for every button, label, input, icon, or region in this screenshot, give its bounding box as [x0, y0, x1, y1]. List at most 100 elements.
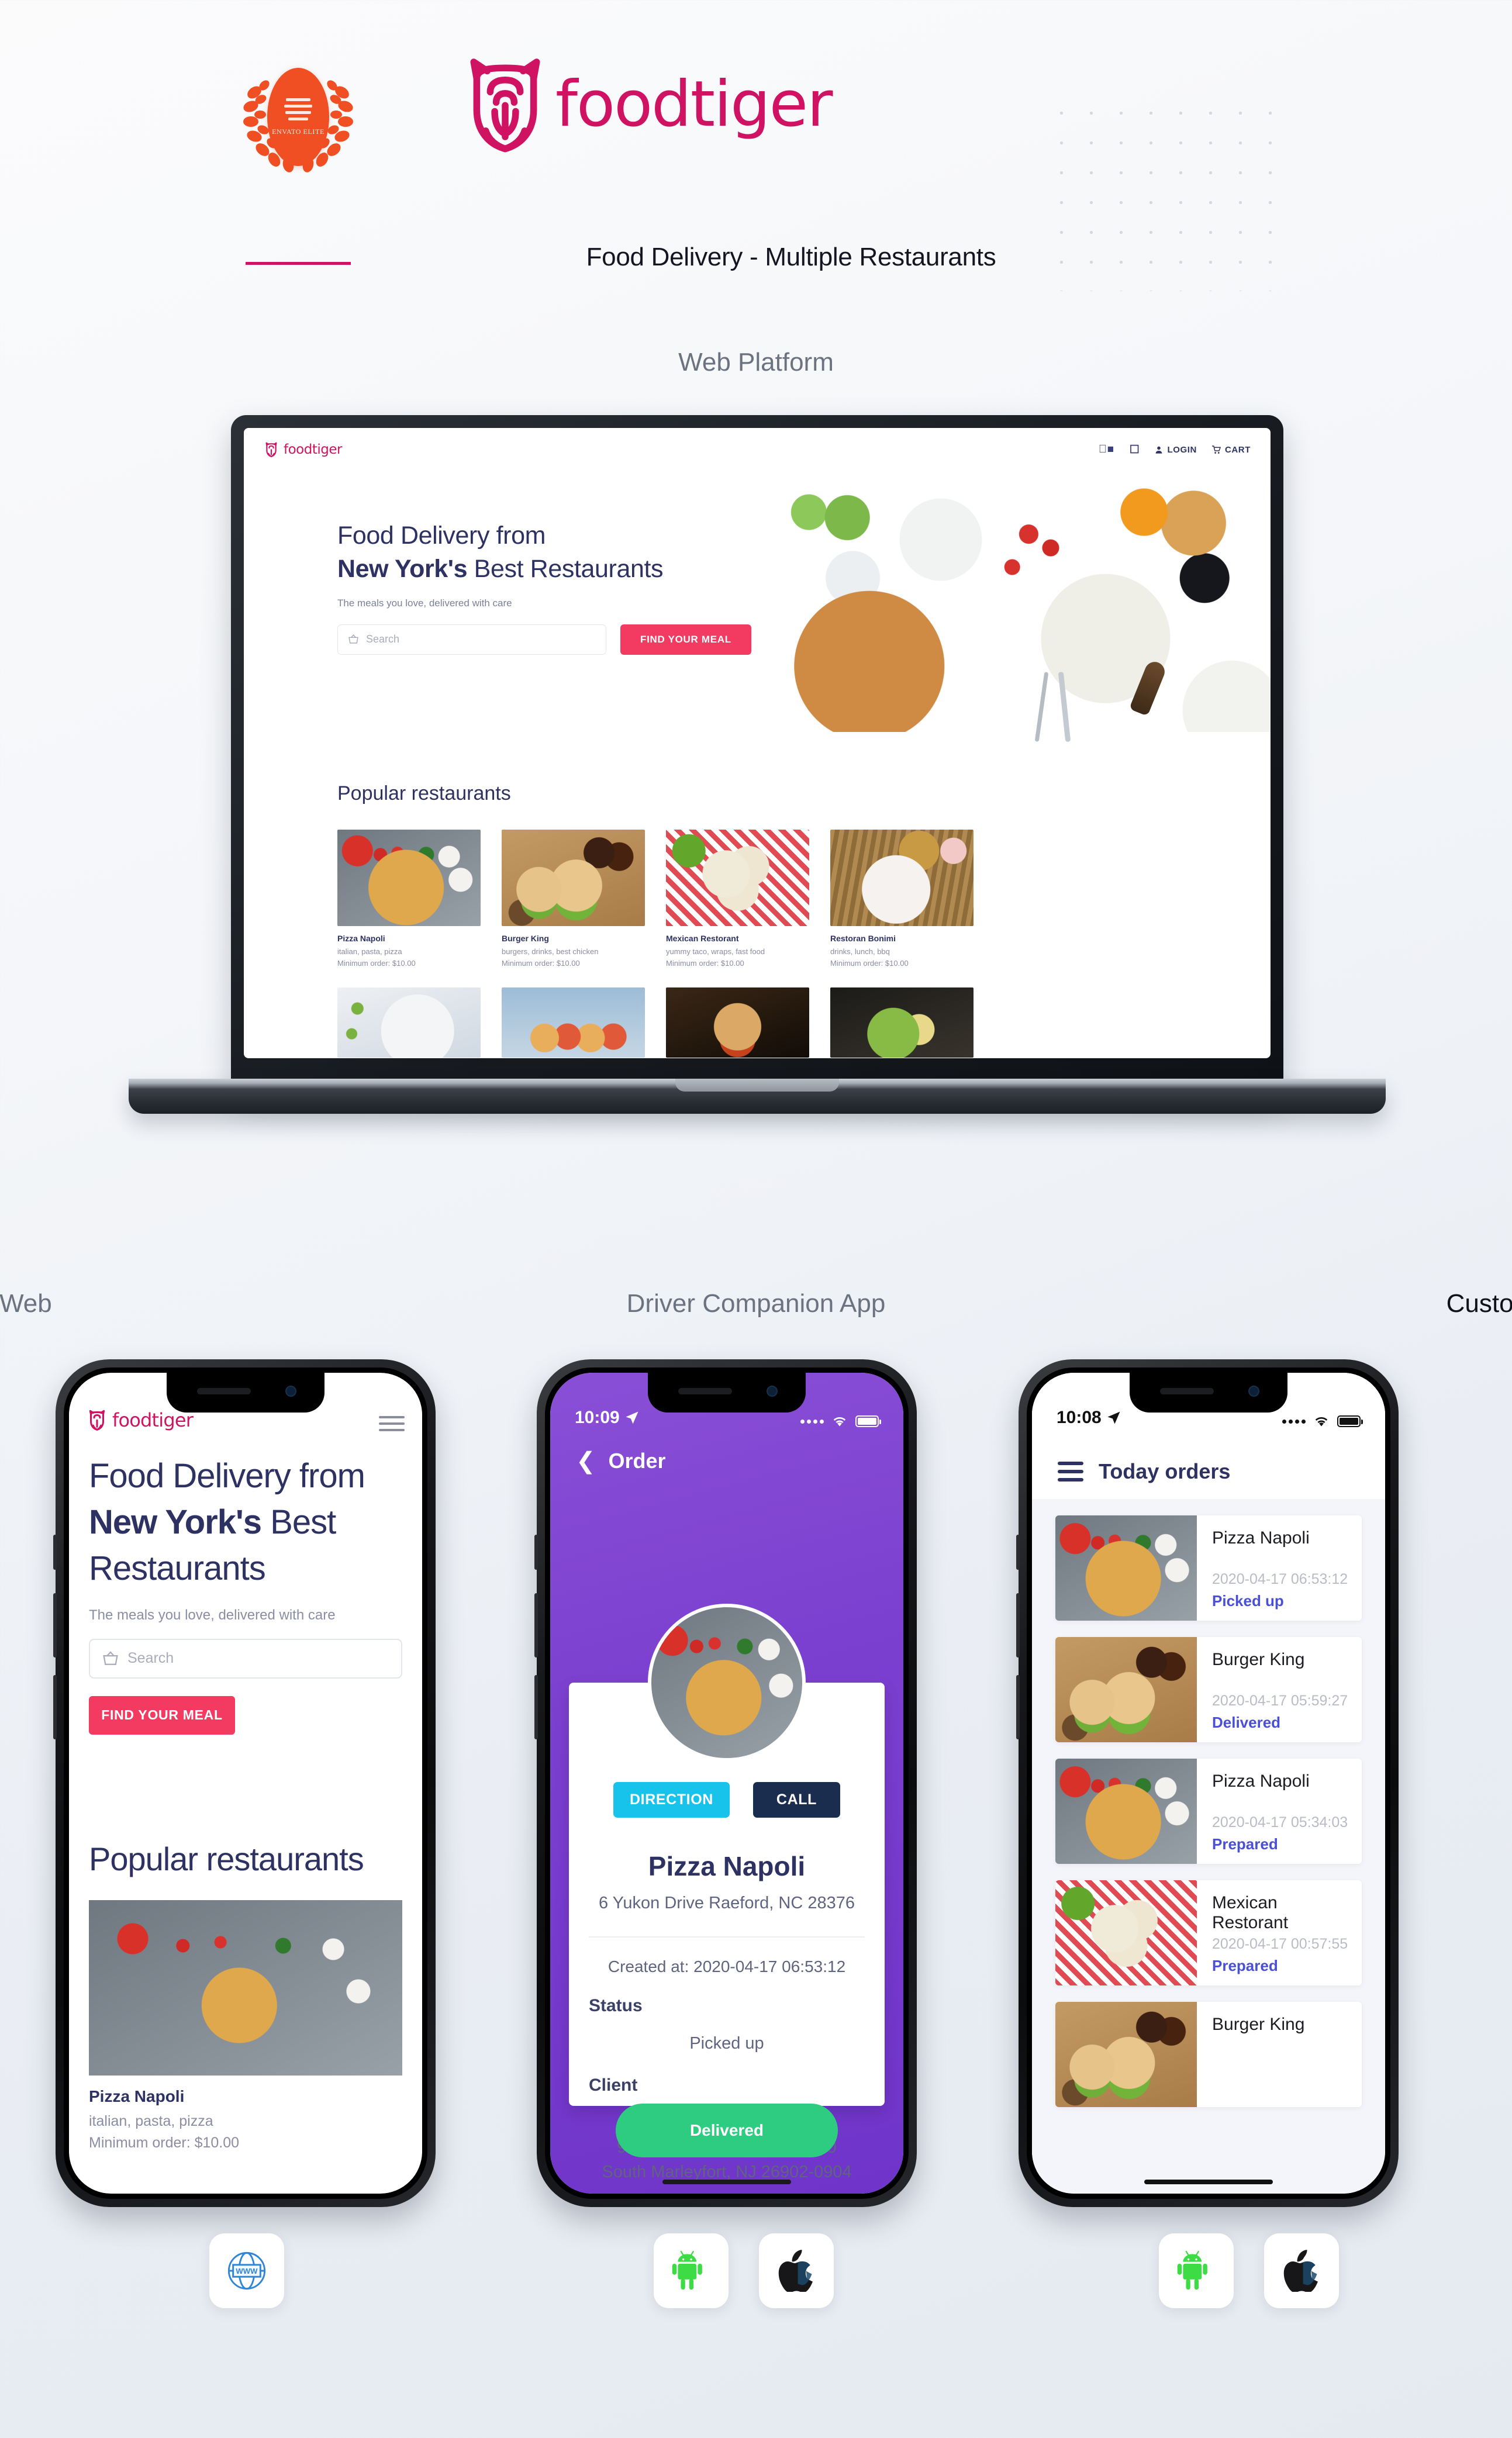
- hero-line-2-rest: Best Restaurants: [467, 554, 664, 583]
- order-status-label: Status: [589, 1996, 643, 2015]
- order-list-item[interactable]: Burger King: [1055, 2002, 1362, 2107]
- restaurant-image: [502, 830, 645, 926]
- restaurant-image[interactable]: [337, 987, 481, 1058]
- restaurant-image: [830, 830, 974, 926]
- speaker-icon: [197, 1388, 251, 1394]
- order-status-badge: Picked up: [1212, 1592, 1284, 1610]
- apple-icon: [1283, 2250, 1318, 2292]
- badge-customer-android[interactable]: [1159, 2233, 1234, 2308]
- order-list-item[interactable]: Burger King 2020-04-17 05:59:27 Delivere…: [1055, 1637, 1362, 1742]
- order-thumbnail: [1055, 1637, 1197, 1742]
- restaurant-card[interactable]: Burger King burgers, drinks, best chicke…: [502, 830, 645, 968]
- find-your-meal-button[interactable]: FIND YOUR MEAL: [89, 1695, 235, 1735]
- cart-icon: [1211, 445, 1221, 454]
- order-date: 2020-04-17 05:59:27: [1212, 1693, 1348, 1709]
- laptop-base-notch: [675, 1079, 839, 1092]
- envato-badge-center: ENVATO ELITE: [267, 68, 329, 166]
- web-logo[interactable]: foodtiger: [264, 442, 342, 457]
- badge-web[interactable]: WWW: [209, 2233, 284, 2308]
- hamburger-menu-icon[interactable]: [379, 1416, 405, 1431]
- mw-hero-line-2-rest: Best: [261, 1503, 336, 1541]
- restaurant-image: [337, 830, 481, 926]
- login-label: LOGIN: [1167, 444, 1197, 455]
- facebook-icon[interactable]: ■: [1099, 443, 1114, 456]
- badge-driver-android[interactable]: [654, 2233, 729, 2308]
- delivered-button[interactable]: Delivered: [616, 2104, 838, 2157]
- order-restaurant-name: Burger King: [1212, 1650, 1305, 1669]
- restaurant-name: Mexican Restorant: [666, 934, 739, 943]
- customer-header-wrap: 10:08 Today orders: [1032, 1373, 1385, 1499]
- restaurant-card[interactable]: Pizza Napoli italian, pasta, pizza Minim…: [337, 830, 481, 968]
- restaurant-card[interactable]: Mexican Restorant yummy taco, wraps, fas…: [666, 830, 809, 968]
- restaurant-minimum: Minimum order: $10.00: [666, 959, 744, 968]
- find-your-meal-button[interactable]: FIND YOUR MEAL: [620, 624, 751, 655]
- restaurant-image[interactable]: [89, 1900, 402, 2076]
- restaurant-image[interactable]: [502, 987, 645, 1058]
- customer-app-phone-mockup: 10:08 Today orders Pizza Napoli 2020-04-…: [1016, 1359, 1399, 2207]
- wifi-icon: [833, 1417, 846, 1427]
- user-icon: [1156, 446, 1162, 454]
- instagram-icon[interactable]: ☐: [1130, 443, 1140, 457]
- phone-volume-up-button: [534, 1593, 538, 1657]
- phone-volume-up-button: [1016, 1593, 1020, 1657]
- driver-topbar: ❮ Order: [550, 1436, 903, 1473]
- android-icon: [1177, 2250, 1207, 2290]
- battery-icon: [1337, 1415, 1363, 1427]
- status-indicators: [800, 1415, 881, 1428]
- web-search-input[interactable]: Search: [337, 624, 606, 655]
- restaurant-card[interactable]: Restoran Bonimi drinks, lunch, bbq Minim…: [830, 830, 974, 968]
- order-list-item[interactable]: Mexican Restorant 2020-04-17 00:57:55 Pr…: [1055, 1880, 1362, 1985]
- badge-driver-apple[interactable]: [759, 2233, 834, 2308]
- tiger-head-icon: [470, 58, 540, 153]
- back-chevron-icon[interactable]: ❮: [576, 1449, 596, 1473]
- mobile-web-search-input[interactable]: Search: [89, 1638, 402, 1679]
- phone-volume-down-button: [1016, 1675, 1020, 1739]
- restaurant-name: Pizza Napoli: [89, 2087, 185, 2105]
- web-logo-text: foodtiger: [284, 442, 342, 457]
- restaurant-image[interactable]: [830, 987, 974, 1058]
- brand-name: foodtiger: [555, 68, 833, 141]
- phone-mute-button: [53, 1535, 57, 1570]
- order-thumbnail: [1055, 1880, 1197, 1985]
- order-date: 2020-04-17 05:34:03: [1212, 1814, 1348, 1831]
- driver-restaurant-actions: DIRECTION CALL: [589, 1782, 865, 1818]
- mw-hero-line-2: New York's Best: [89, 1500, 402, 1546]
- brand-tagline-wrap: Food Delivery - Multiple Restaurants: [0, 243, 1512, 272]
- restaurant-name: Burger King: [502, 934, 549, 943]
- poster-header: ENVATO ELITE foodtiger Food Delivery - M…: [0, 0, 1512, 304]
- customer-status-bar: 10:08: [1032, 1373, 1385, 1436]
- order-restaurant-address: 6 Yukon Drive Raeford, NC 28376: [599, 1894, 855, 1912]
- phone-inner-frame: 10:08 Today orders Pizza Napoli 2020-04-…: [1027, 1368, 1390, 2199]
- mw-hero-line-3: Restaurants: [89, 1549, 266, 1587]
- status-time: 10:09: [575, 1408, 639, 1428]
- battery-icon: [855, 1415, 881, 1427]
- order-info: Pizza Napoli 2020-04-17 05:34:03 Prepare…: [1197, 1759, 1362, 1864]
- web-search-placeholder: Search: [366, 633, 400, 645]
- login-button[interactable]: LOGIN: [1155, 445, 1197, 455]
- order-date: 2020-04-17 06:53:12: [1212, 1571, 1348, 1587]
- phone-volume-down-button: [53, 1675, 57, 1739]
- order-date: 2020-04-17 00:57:55: [1212, 1936, 1348, 1952]
- basket-icon: [103, 1650, 118, 1665]
- hamburger-menu-icon[interactable]: [1058, 1462, 1083, 1482]
- order-restaurant-name: Burger King: [1212, 2015, 1305, 2034]
- mobile-web-search-placeholder: Search: [127, 1650, 174, 1667]
- status-time-value: 10:09: [575, 1408, 620, 1427]
- mobile-web-phone-mockup: foodtiger Food Delivery from New York's …: [53, 1359, 436, 2207]
- svg-text:WWW: WWW: [236, 2267, 258, 2275]
- call-button-restaurant[interactable]: CALL: [752, 1782, 840, 1818]
- cart-button[interactable]: CART: [1211, 445, 1251, 455]
- order-list-item[interactable]: Pizza Napoli 2020-04-17 05:34:03 Prepare…: [1055, 1759, 1362, 1864]
- order-list-item[interactable]: Pizza Napoli 2020-04-17 06:53:12 Picked …: [1055, 1515, 1362, 1621]
- badge-customer-apple[interactable]: [1264, 2233, 1339, 2308]
- customer-topbar: Today orders: [1032, 1436, 1385, 1499]
- phone-mute-button: [1016, 1535, 1020, 1570]
- order-client-label: Client: [589, 2076, 638, 2095]
- mobile-web-logo[interactable]: foodtiger: [87, 1409, 194, 1431]
- order-created-at: Created at: 2020-04-17 06:53:12: [607, 1957, 846, 1976]
- direction-button-restaurant[interactable]: DIRECTION: [613, 1782, 730, 1818]
- restaurant-tags: yummy taco, wraps, fast food: [666, 947, 765, 956]
- envato-lines-icon: [284, 98, 312, 120]
- restaurant-tags: italian, pasta, pizza: [89, 2112, 213, 2129]
- restaurant-image[interactable]: [666, 987, 809, 1058]
